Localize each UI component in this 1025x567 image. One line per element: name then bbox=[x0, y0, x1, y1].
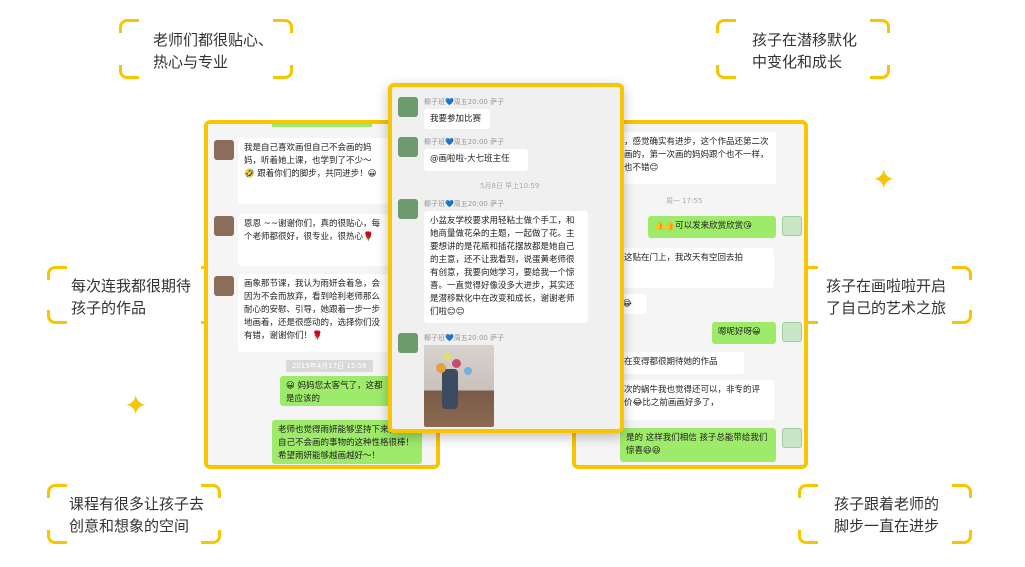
sender-meta: 椰子班💙周五20:00 萨子 bbox=[424, 98, 505, 106]
avatar bbox=[782, 428, 802, 448]
avatar bbox=[398, 137, 418, 157]
chat-message: 小盆友学校要求用轻粘土做个手工，和她商量做花朵的主题，一起做了花。主要想讲的是花… bbox=[424, 211, 588, 323]
callout-growth: 孩子在潜移默化 中变化和成长 bbox=[716, 19, 890, 79]
avatar bbox=[782, 216, 802, 236]
chat-message: 嗯呢好呀😀 bbox=[712, 322, 776, 344]
chat-message: 在变得都很期待她的作品 bbox=[620, 352, 744, 374]
timestamp: 周一 17:55 bbox=[666, 197, 703, 205]
callout-text: 课程有很多让孩子去 创意和想象的空间 bbox=[69, 495, 205, 535]
avatar bbox=[214, 140, 234, 160]
chat-message: ，感觉确实有进步，这个作品还第二次画的，第一次画的妈妈跟个也不一样，也不错😊 bbox=[620, 132, 776, 184]
chat-message: 我要参加比赛 bbox=[424, 109, 490, 129]
chat-message: 次的蜗牛我也觉得还可以，非专的评价😂比之前画画好多了， bbox=[620, 380, 774, 420]
callout-art-journey: 孩子在画啦啦开启 了自己的艺术之旅 bbox=[798, 266, 972, 324]
callout-expect-works: 每次连我都很期待 孩子的作品 bbox=[47, 266, 221, 324]
chat-message: 😀 妈妈您太客气了，这都是应该的 bbox=[280, 376, 394, 406]
timestamp: 2019年4月17日 15:58 bbox=[286, 360, 373, 372]
callout-progress: 孩子跟着老师的 脚步一直在进步 bbox=[798, 484, 972, 544]
clay-flower-photo bbox=[424, 345, 494, 427]
sender-meta: 椰子班💙周五20:00 萨子 bbox=[424, 334, 505, 342]
chat-message: 画象那节课，我认为雨妍会着急，会因为不会而放弃，看到哈利老师那么耐心的安慰、引导… bbox=[238, 274, 388, 352]
timestamp: 5月8日 早上10:59 bbox=[480, 182, 540, 190]
callout-creativity: 课程有很多让孩子去 创意和想象的空间 bbox=[47, 484, 221, 544]
callout-text: 老师们都很贴心、 热心与专业 bbox=[153, 31, 274, 71]
avatar bbox=[398, 333, 418, 353]
chat-message: 是的 这样我们相信 孩子总能带给我们惊喜😆😆 bbox=[620, 428, 776, 462]
chat-screenshot-middle: 椰子班💙周五20:00 萨子 我要参加比赛 椰子班💙周五20:00 萨子 @画啦… bbox=[388, 83, 624, 433]
callout-teachers: 老师们都很贴心、 热心与专业 bbox=[119, 19, 293, 79]
sender-meta: 椰子班💙周五20:00 萨子 bbox=[424, 138, 505, 146]
sparkle-icon: ✦ bbox=[872, 163, 896, 196]
avatar bbox=[782, 322, 802, 342]
sender-meta: 椰子班💙周五20:00 萨子 bbox=[424, 200, 505, 208]
avatar bbox=[214, 216, 234, 236]
chat-message: 👍👍可以发来欣赏欣赏😘 bbox=[648, 216, 776, 238]
chat-message: @画啦啦-大七班主任 bbox=[424, 149, 528, 171]
avatar bbox=[398, 199, 418, 219]
chat-message: 我是自己喜欢画但自己不会画的妈妈，听着她上课，也学到了不少～🤣 跟着你们的脚步，… bbox=[238, 138, 388, 204]
callout-text: 每次连我都很期待 孩子的作品 bbox=[71, 277, 192, 317]
chat-message: 这贴在门上，我改天有空回去拍 bbox=[620, 248, 774, 288]
chat-message: 恩恩 ~~谢谢你们，真的很贴心，每个老师都很好，很专业，很热心🌹 bbox=[238, 214, 388, 266]
avatar bbox=[214, 276, 234, 296]
callout-text: 孩子在画啦啦开启 了自己的艺术之旅 bbox=[826, 277, 947, 317]
avatar bbox=[398, 97, 418, 117]
sparkle-icon: ✦ bbox=[124, 389, 148, 422]
